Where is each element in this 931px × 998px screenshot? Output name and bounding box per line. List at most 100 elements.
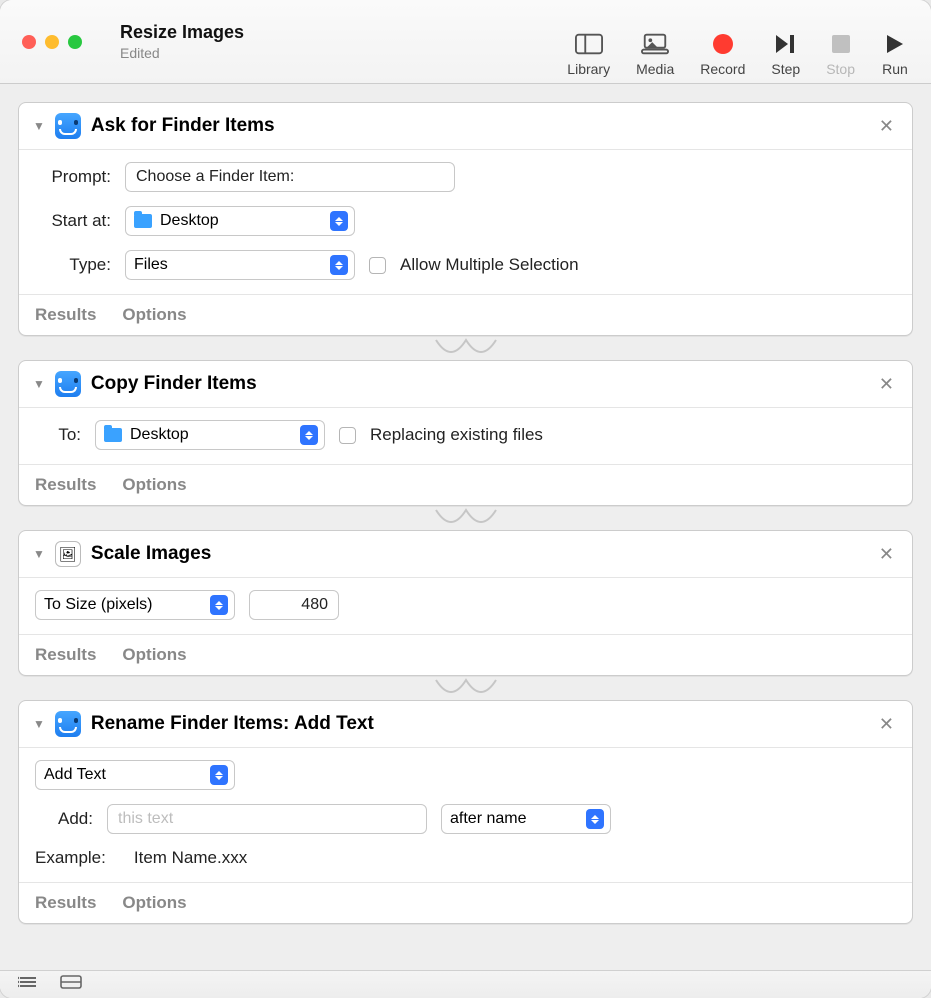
step-header: ▼ Scale Images ✕ — [19, 531, 912, 578]
prompt-input[interactable] — [125, 162, 455, 192]
scale-mode-value: To Size (pixels) — [44, 596, 198, 614]
scale-row: To Size (pixels) — [35, 590, 896, 620]
library-button[interactable]: Library — [567, 33, 610, 77]
prompt-label: Prompt: — [35, 167, 111, 187]
automator-window: Resize Images Edited Library Media Rec — [0, 0, 931, 998]
finder-icon — [55, 371, 81, 397]
status-bar — [0, 970, 931, 998]
folder-icon — [104, 428, 122, 442]
to-popup[interactable]: Desktop — [95, 420, 325, 450]
library-button-label: Library — [567, 61, 610, 77]
add-text-row: Add: after name — [35, 804, 896, 834]
example-value: Item Name.xxx — [134, 848, 247, 868]
run-button[interactable]: Run — [881, 33, 909, 77]
stop-button-label: Stop — [826, 61, 855, 77]
step-body: Prompt: Start at: Desktop Type: Files — [19, 150, 912, 294]
position-popup[interactable]: after name — [441, 804, 611, 834]
remove-step-button[interactable]: ✕ — [875, 714, 898, 735]
step-title: Scale Images — [91, 543, 865, 565]
record-icon — [709, 33, 737, 55]
close-window-button[interactable] — [22, 35, 36, 49]
folder-icon — [134, 214, 152, 228]
window-controls — [22, 35, 82, 49]
to-label: To: — [35, 425, 81, 445]
replace-existing-label[interactable]: Replacing existing files — [370, 425, 543, 445]
add-label: Add: — [35, 809, 93, 829]
step-rename-finder-items: ▼ Rename Finder Items: Add Text ✕ Add Te… — [18, 700, 913, 924]
step-button[interactable]: Step — [771, 33, 800, 77]
step-footer: Results Options — [19, 464, 912, 505]
startat-value: Desktop — [160, 212, 318, 230]
step-title: Ask for Finder Items — [91, 115, 865, 137]
window-subtitle: Edited — [120, 45, 549, 61]
results-button[interactable]: Results — [35, 893, 96, 913]
stop-icon — [827, 33, 855, 55]
startat-label: Start at: — [35, 211, 111, 231]
type-label: Type: — [35, 255, 111, 275]
scale-size-input[interactable] — [249, 590, 339, 620]
popup-arrows-icon — [300, 425, 318, 445]
step-scale-images: ▼ Scale Images ✕ To Size (pixels) Result… — [18, 530, 913, 676]
toolbar-buttons: Library Media Record Step — [567, 0, 909, 83]
popup-arrows-icon — [330, 211, 348, 231]
results-button[interactable]: Results — [35, 475, 96, 495]
sidebar-toggle-icon — [575, 33, 603, 55]
record-button-label: Record — [700, 61, 745, 77]
step-header: ▼ Ask for Finder Items ✕ — [19, 103, 912, 150]
example-row: Example: Item Name.xxx — [35, 848, 896, 868]
run-button-label: Run — [882, 61, 908, 77]
disclosure-triangle-icon[interactable]: ▼ — [33, 119, 45, 133]
scale-mode-popup[interactable]: To Size (pixels) — [35, 590, 235, 620]
preview-icon — [55, 541, 81, 567]
step-body: To: Desktop Replacing existing files — [19, 408, 912, 464]
options-button[interactable]: Options — [122, 305, 186, 325]
allow-multiple-checkbox[interactable] — [369, 257, 386, 274]
step-button-label: Step — [771, 61, 800, 77]
play-icon — [881, 33, 909, 55]
type-value: Files — [134, 256, 318, 274]
position-value: after name — [450, 810, 574, 828]
log-view-icon[interactable] — [18, 975, 38, 994]
results-button[interactable]: Results — [35, 305, 96, 325]
disclosure-triangle-icon[interactable]: ▼ — [33, 717, 45, 731]
toolbar: Resize Images Edited Library Media Rec — [0, 0, 931, 84]
step-body: Add Text Add: after name Example: Item N… — [19, 748, 912, 882]
step-title: Rename Finder Items: Add Text — [91, 713, 865, 735]
results-button[interactable]: Results — [35, 645, 96, 665]
step-ask-for-finder-items: ▼ Ask for Finder Items ✕ Prompt: Start a… — [18, 102, 913, 336]
stop-button[interactable]: Stop — [826, 33, 855, 77]
replace-existing-checkbox[interactable] — [339, 427, 356, 444]
to-value: Desktop — [130, 426, 288, 444]
step-header: ▼ Copy Finder Items ✕ — [19, 361, 912, 408]
type-popup[interactable]: Files — [125, 250, 355, 280]
disclosure-triangle-icon[interactable]: ▼ — [33, 547, 45, 561]
startat-popup[interactable]: Desktop — [125, 206, 355, 236]
step-title: Copy Finder Items — [91, 373, 865, 395]
example-label: Example: — [35, 848, 106, 868]
remove-step-button[interactable]: ✕ — [875, 544, 898, 565]
options-button[interactable]: Options — [122, 645, 186, 665]
window-title: Resize Images — [120, 22, 549, 43]
variables-view-icon[interactable] — [60, 975, 82, 994]
remove-step-button[interactable]: ✕ — [875, 116, 898, 137]
options-button[interactable]: Options — [122, 475, 186, 495]
rename-mode-popup[interactable]: Add Text — [35, 760, 235, 790]
zoom-window-button[interactable] — [68, 35, 82, 49]
remove-step-button[interactable]: ✕ — [875, 374, 898, 395]
prompt-row: Prompt: — [35, 162, 896, 192]
media-button[interactable]: Media — [636, 33, 674, 77]
finder-icon — [55, 113, 81, 139]
step-header: ▼ Rename Finder Items: Add Text ✕ — [19, 701, 912, 748]
disclosure-triangle-icon[interactable]: ▼ — [33, 377, 45, 391]
allow-multiple-label[interactable]: Allow Multiple Selection — [400, 255, 579, 275]
finder-icon — [55, 711, 81, 737]
popup-arrows-icon — [586, 809, 604, 829]
record-button[interactable]: Record — [700, 33, 745, 77]
popup-arrows-icon — [210, 595, 228, 615]
options-button[interactable]: Options — [122, 893, 186, 913]
add-text-input[interactable] — [107, 804, 427, 834]
minimize-window-button[interactable] — [45, 35, 59, 49]
workflow-area[interactable]: ▼ Ask for Finder Items ✕ Prompt: Start a… — [0, 84, 931, 970]
step-footer: Results Options — [19, 294, 912, 335]
title-group: Resize Images Edited — [120, 22, 549, 61]
